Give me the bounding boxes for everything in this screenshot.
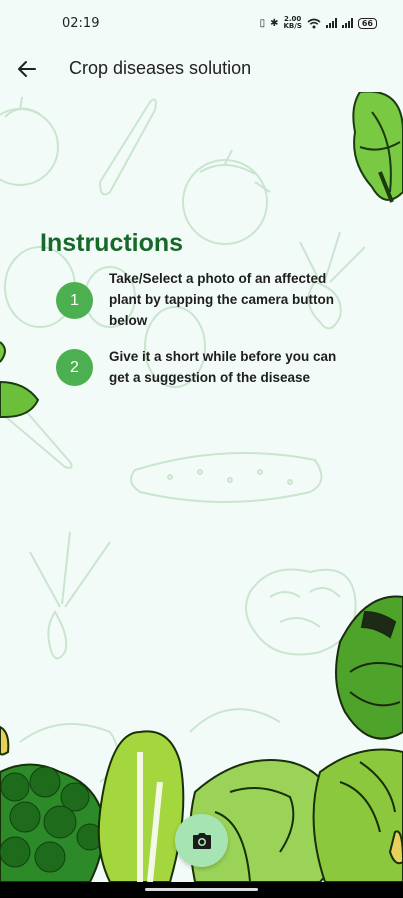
- signal-icon: [325, 18, 337, 28]
- step-number-1: 1: [56, 282, 93, 319]
- status-icons: ▯ ✱ 2.00 KB/S 66: [260, 16, 377, 30]
- camera-button[interactable]: [175, 814, 228, 867]
- step-text-2: Give it a short while before you can get…: [109, 349, 337, 385]
- bluetooth-icon: ✱: [270, 17, 279, 29]
- page-title: Crop diseases solution: [69, 58, 252, 78]
- arrow-left-icon: [18, 61, 36, 77]
- back-button[interactable]: [14, 56, 40, 82]
- instruction-step-1: 1 Take/Select a photo of an affected pla…: [56, 268, 349, 331]
- wifi-icon: [307, 18, 321, 28]
- vibrate-icon: ▯: [259, 17, 266, 29]
- battery-icon: 66: [357, 17, 377, 29]
- signal-icon-2: [341, 18, 353, 28]
- system-navigation-bar: [0, 882, 403, 898]
- instructions-title: Instructions: [40, 229, 184, 257]
- step-number-2: 2: [56, 349, 93, 386]
- network-speed-unit: KB/S: [283, 22, 302, 30]
- status-bar: 02:19 ▯ ✱ 2.00 KB/S 66: [0, 0, 403, 46]
- status-time: 02:19: [62, 15, 100, 31]
- home-indicator[interactable]: [145, 888, 258, 891]
- network-speed: 2.00 KB/S: [284, 16, 302, 30]
- camera-icon: [192, 832, 211, 849]
- app-bar: Crop diseases solution: [0, 46, 403, 92]
- vegetable-background-illustration: [0, 92, 403, 882]
- step-text-1: Take/Select a photo of an affected plant…: [109, 271, 335, 328]
- instruction-step-2: 2 Give it a short while before you can g…: [56, 346, 349, 388]
